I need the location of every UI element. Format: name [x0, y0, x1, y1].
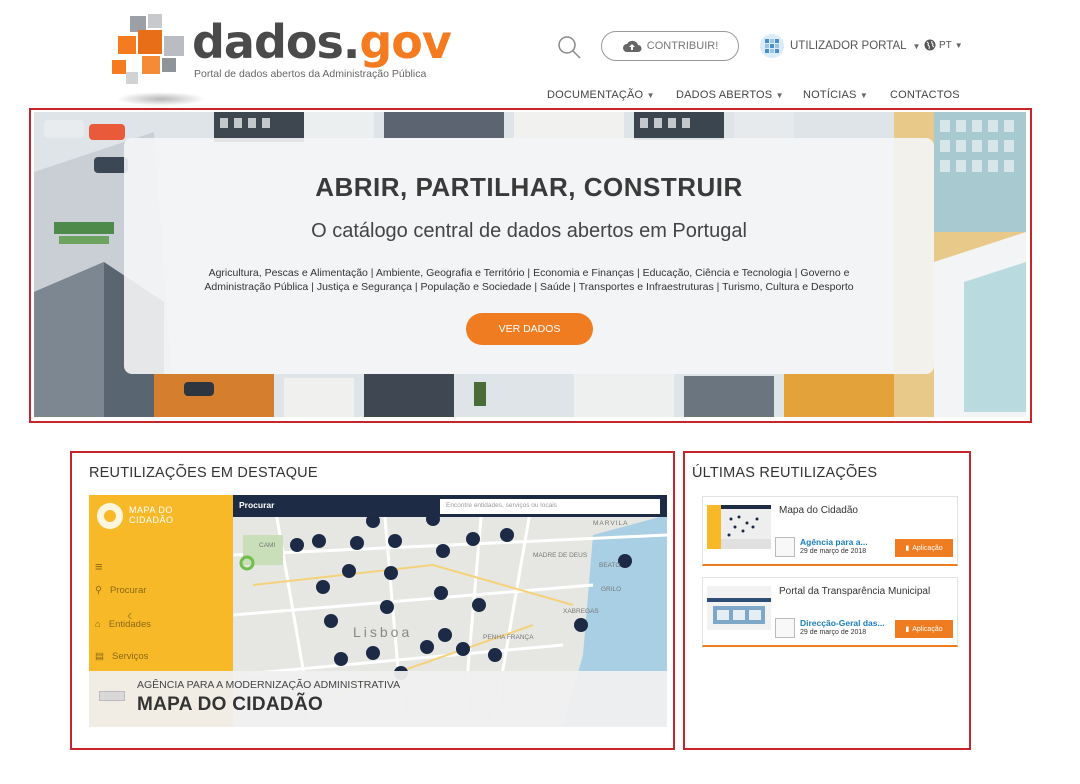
hero-categories: Agricultura, Pescas e Alimentação | Ambi… — [164, 266, 894, 294]
card-date: 29 de março de 2018 — [800, 629, 867, 636]
caption-title: MAPA DO CIDADÃO — [137, 694, 324, 715]
nav-item-contactos[interactable]: CONTACTOS — [890, 89, 960, 101]
svg-text:MADRE DE DEUS: MADRE DE DEUS — [533, 552, 588, 559]
view-data-button[interactable]: VER DADOS — [466, 313, 593, 345]
card-organization[interactable]: Agência para a... — [800, 537, 868, 547]
map-toolbar: Procurar Encontre entidades, serviços ou… — [233, 495, 667, 517]
card-date: 29 de março de 2018 — [800, 548, 867, 555]
featured-reuse-slide[interactable]: MAPA DO CIDADÃO ≡ ⚲ Procurar ⌂ Entidades ▤… — [89, 495, 667, 727]
map-search-input: Encontre entidades, serviços ou locais — [440, 499, 660, 514]
svg-text:CAMI: CAMI — [259, 542, 275, 549]
app-logo-icon — [97, 503, 123, 529]
main-nav: DOCUMENTAÇÃO ▼ DADOS ABERTOS ▼ NOTÍCIAS … — [0, 89, 1080, 103]
svg-text:PENHA FRANÇA: PENHA FRANÇA — [483, 634, 534, 641]
ama-logo — [99, 691, 125, 701]
contribute-button[interactable]: CONTRIBUIR! — [601, 31, 739, 61]
reuse-card[interactable]: Portal da Transparência Municipal Direcç… — [702, 577, 958, 647]
hero-panel: ABRIR, PARTILHAR, CONSTRUIR O catálogo c… — [124, 138, 934, 374]
organization-logo — [775, 537, 795, 557]
logo-cubes-icon — [112, 14, 184, 84]
type-badge: ▮ Aplicação — [895, 539, 953, 557]
user-label: UTILIZADOR PORTAL — [790, 40, 907, 52]
language-label: PT — [939, 39, 952, 51]
featured-section-title: REUTILIZAÇÕES EM DESTAQUE — [89, 465, 318, 481]
map-toolbar-label: Procurar — [239, 500, 275, 510]
logo-wordmark: dados.gov — [192, 15, 452, 69]
building-icon: ⌂ — [95, 619, 101, 630]
nav-item-noticias[interactable]: NOTÍCIAS ▼ — [803, 89, 868, 101]
slide-caption: AGÊNCIA PARA A MODERNIZAÇÃO ADMINISTRATI… — [89, 671, 667, 727]
categories-line-2: Administração Pública | Justiça e Segura… — [204, 281, 854, 293]
menu-item-procurar: ⚲ Procurar — [95, 585, 147, 596]
chevron-left-icon[interactable]: ‹ — [127, 607, 132, 625]
logo-tagline: Portal de dados abertos da Administração… — [194, 68, 427, 80]
card-thumbnail — [707, 586, 771, 630]
document-icon: ▮ — [905, 545, 910, 552]
hero-banner: ABRIR, PARTILHAR, CONSTRUIR O catálogo c… — [34, 112, 1026, 417]
svg-text:XABREGAS: XABREGAS — [563, 608, 599, 615]
card-title: Portal da Transparência Municipal — [779, 586, 931, 597]
type-badge: ▮ Aplicação — [895, 620, 953, 638]
app-logo-text: MAPA DO CIDADÃO — [129, 505, 174, 525]
search-icon: ⚲ — [95, 585, 102, 596]
document-icon: ▤ — [95, 651, 104, 662]
hamburger-icon: ≡ — [95, 559, 103, 574]
user-menu[interactable]: UTILIZADOR PORTAL ▼ — [760, 34, 920, 58]
latest-section-title: ÚLTIMAS REUTILIZAÇÕES — [692, 465, 878, 481]
svg-text:BEATO: BEATO — [599, 562, 620, 569]
globe-icon — [924, 39, 936, 51]
search-button[interactable] — [556, 34, 582, 60]
organization-logo — [775, 618, 795, 638]
hero-subtitle: O catálogo central de dados abertos em P… — [311, 220, 747, 242]
contribute-label: CONTRIBUIR! — [646, 40, 719, 52]
search-icon — [558, 36, 581, 59]
card-title: Mapa do Cidadão — [779, 505, 858, 516]
caret-down-icon: ▼ — [775, 91, 784, 100]
language-selector[interactable]: PT ▼ — [924, 39, 963, 51]
caret-down-icon: ▼ — [954, 40, 963, 50]
card-thumbnail — [707, 505, 771, 549]
nav-item-documentacao[interactable]: DOCUMENTAÇÃO ▼ — [547, 89, 655, 101]
nav-item-dados-abertos[interactable]: DADOS ABERTOS ▼ — [676, 89, 784, 101]
caret-down-icon: ▼ — [646, 91, 655, 100]
menu-item-servicos: ▤ Serviços — [95, 651, 149, 662]
user-pixel-icon — [765, 39, 779, 53]
svg-text:GRILO: GRILO — [601, 586, 621, 593]
reuse-card[interactable]: Mapa do Cidadão Agência para a... 29 de … — [702, 496, 958, 566]
cloud-upload-icon — [622, 40, 642, 52]
hero-title: ABRIR, PARTILHAR, CONSTRUIR — [315, 172, 743, 202]
menu-item-entidades: ⌂ Entidades — [95, 619, 152, 630]
card-organization[interactable]: Direcção-Geral das... — [800, 618, 885, 628]
caret-down-icon: ▼ — [912, 41, 921, 51]
map-label-lisboa: Lisboa — [353, 624, 412, 640]
caret-down-icon: ▼ — [859, 91, 868, 100]
document-icon: ▮ — [905, 626, 910, 633]
avatar — [760, 34, 784, 58]
svg-text:MARVILA: MARVILA — [593, 520, 628, 527]
categories-line-1: Agricultura, Pescas e Alimentação | Ambi… — [208, 267, 850, 279]
caption-organization: AGÊNCIA PARA A MODERNIZAÇÃO ADMINISTRATI… — [137, 679, 401, 691]
